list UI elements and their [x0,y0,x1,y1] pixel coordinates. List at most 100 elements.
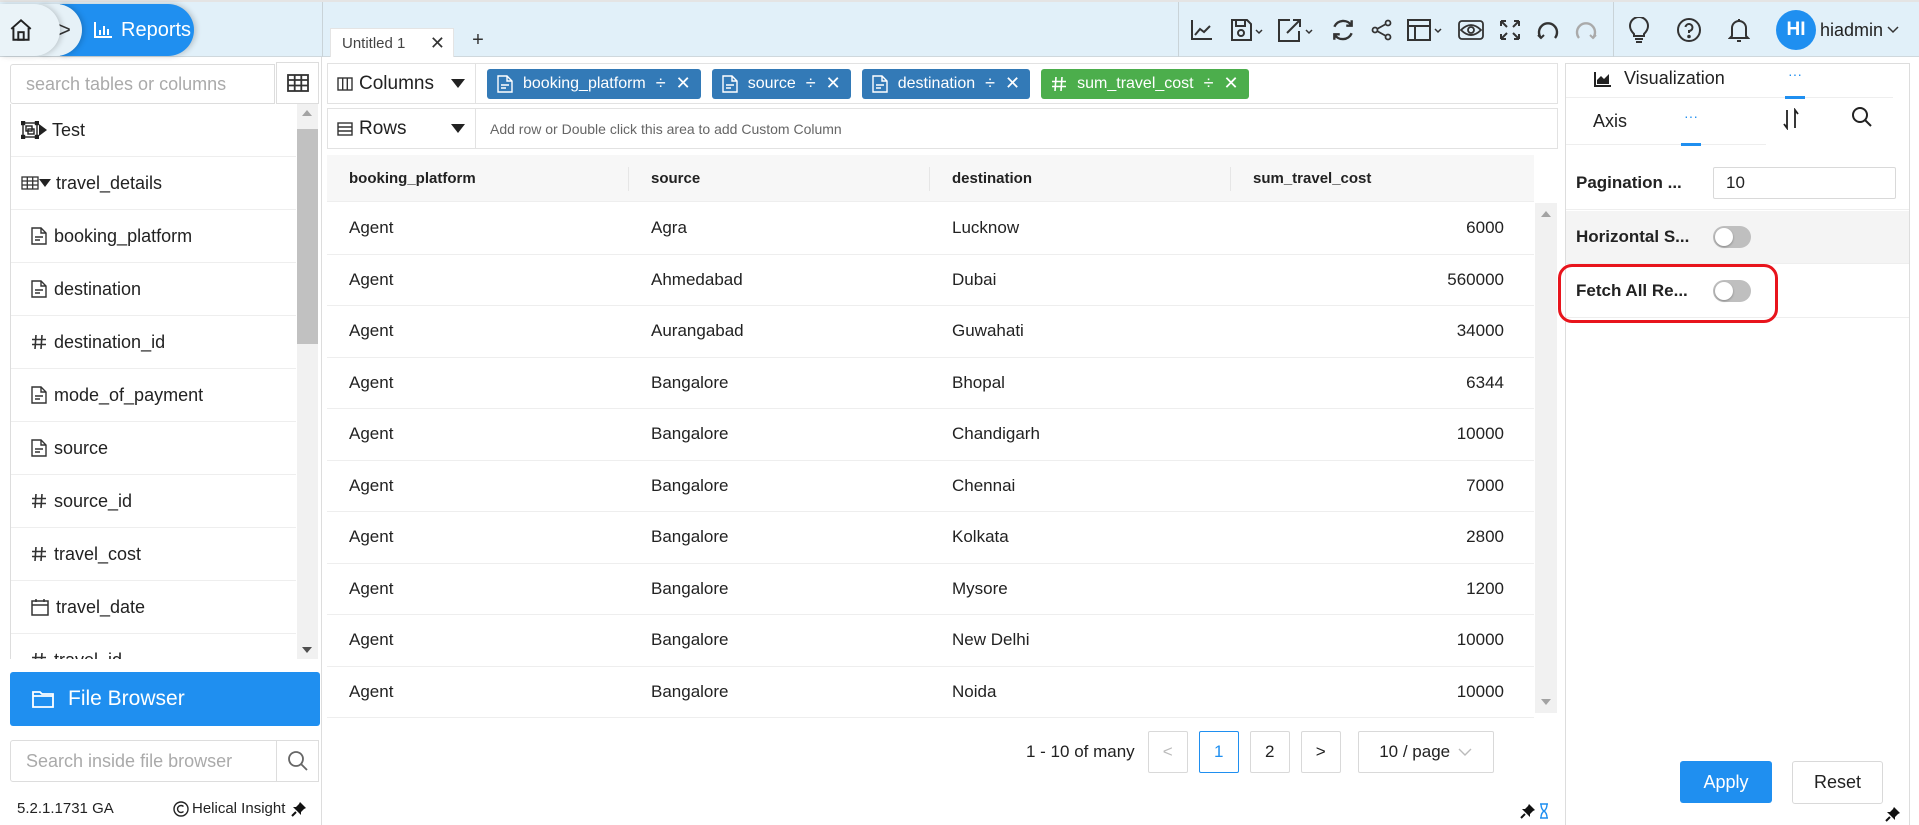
caret-down-icon[interactable] [39,179,51,187]
caret-down-icon[interactable] [451,79,465,88]
fetch-all-records-toggle[interactable] [1713,280,1751,302]
sidebar: search tables or columns Test travel_deta… [0,57,322,825]
columns-shelf[interactable]: Columns booking_platform ÷ ✕ source ÷ ✕ destin… [327,63,1558,104]
sort-icon[interactable] [1782,108,1800,130]
pill-label: booking_platform [523,74,646,92]
column-header[interactable]: source [629,155,930,202]
remove-pill-icon[interactable]: ✕ [1224,73,1239,94]
pin-icon[interactable] [291,801,307,817]
file-browser-search-input[interactable]: Search inside file browser [10,740,277,782]
tree-item-Test[interactable]: Test [11,104,296,157]
redo-icon[interactable] [1567,2,1605,57]
file-browser-search-button[interactable] [276,740,319,782]
tab-visualization-label: Visualization [1624,68,1725,88]
search-icon[interactable] [1851,106,1873,128]
lightbulb-icon[interactable] [1614,2,1664,57]
search-tables-input[interactable]: search tables or columns [10,64,275,104]
tab-axis[interactable]: Axis [1593,111,1627,132]
line-chart-icon[interactable] [1179,2,1225,57]
column-pill-booking-platform[interactable]: booking_platform ÷ ✕ [487,68,701,99]
metadata-tree: Test travel_details booking_platform destin… [10,104,296,659]
bell-icon[interactable] [1714,2,1764,57]
page-1-button[interactable]: 1 [1198,730,1239,773]
tab-untitled-1[interactable]: Untitled 1 ✕ [330,28,454,57]
file-browser-button[interactable]: File Browser [10,672,320,726]
rows-shelf[interactable]: Rows Add row or Double click this area t… [327,108,1558,149]
table-cell-booking-platform: Agent [349,269,394,289]
tree-item-source-id[interactable]: source_id [11,475,296,528]
table-cell-sum-travel-cost: 2800 [1466,527,1504,547]
prev-page-button[interactable]: < [1147,730,1188,773]
tree-item-travel-id[interactable]: travel_id [11,634,296,659]
column-pill-source[interactable]: source ÷ ✕ [711,68,851,99]
scrollbar-thumb[interactable] [297,129,318,344]
remove-pill-icon[interactable]: ✕ [676,73,691,94]
tree-item-travel-details[interactable]: travel_details [11,157,296,210]
tree-item-travel-date[interactable]: travel_date [11,581,296,634]
tab-more-options[interactable]: ··· [1785,64,1805,99]
breadcrumb-home[interactable] [0,4,60,56]
tree-item-booking-platform[interactable]: booking_platform [11,210,296,263]
tree-item-mode-of-payment[interactable]: mode_of_payment [11,369,296,422]
username: hiadmin [1820,19,1884,40]
horizontal-scroll-toggle[interactable] [1713,226,1751,248]
tab-visualization[interactable]: Visualization [1594,68,1725,89]
scroll-up-icon[interactable] [302,110,312,116]
refresh-icon[interactable] [1323,2,1363,57]
pagination-size-input[interactable]: 10 [1713,167,1896,199]
tree-item-destination-id[interactable]: destination_id [11,316,296,369]
sort-order-icon[interactable]: ÷ [985,73,995,94]
copyright: Helical Insight [173,800,307,817]
columns-shelf-label[interactable]: Columns [328,64,476,103]
fullscreen-icon[interactable] [1491,2,1529,57]
sort-order-icon[interactable]: ÷ [806,73,816,94]
tree-item-destination[interactable]: destination [11,263,296,316]
rows-shelf-label[interactable]: Rows [328,109,476,148]
remove-pill-icon[interactable]: ✕ [826,73,841,94]
user-menu[interactable]: HI hiadmin [1776,10,1899,50]
apply-button[interactable]: Apply [1680,761,1772,803]
table-cell-destination: New Delhi [952,630,1030,650]
table-cell-source: Bangalore [651,372,729,392]
column-pill-sum-travel-cost[interactable]: sum_travel_cost ÷ ✕ [1041,68,1249,99]
table-cell-source: Bangalore [651,630,729,650]
pin-icon[interactable] [1885,806,1901,822]
add-tab-button[interactable]: + [466,26,490,54]
column-pill-destination[interactable]: destination ÷ ✕ [861,68,1031,99]
close-tab-icon[interactable]: ✕ [430,33,445,54]
next-page-button[interactable]: > [1300,730,1341,773]
column-header[interactable]: sum_travel_cost [1231,155,1534,202]
preview-eye-icon[interactable] [1451,2,1491,57]
undo-icon[interactable] [1529,2,1567,57]
scroll-down-icon[interactable] [1541,699,1551,705]
table-cell-sum-travel-cost: 6000 [1466,218,1504,238]
page-2-button[interactable]: 2 [1249,730,1290,773]
page-size-select[interactable]: 10 / page [1357,730,1494,773]
sort-order-icon[interactable]: ÷ [1204,73,1214,94]
scroll-up-icon[interactable] [1541,211,1551,217]
caret-right-icon[interactable] [39,124,47,136]
caret-down-icon[interactable] [451,124,465,133]
scroll-down-icon[interactable] [302,647,312,653]
sort-order-icon[interactable]: ÷ [656,73,666,94]
export-icon[interactable] [1271,2,1323,57]
version-label: 5.2.1.1731 GA [17,800,114,817]
reset-button[interactable]: Reset [1792,761,1883,804]
tree-scrollbar[interactable] [297,104,318,659]
save-icon[interactable] [1225,2,1271,57]
table-view-button[interactable] [276,62,319,104]
share-icon[interactable] [1363,2,1401,57]
number-field-icon [31,492,47,510]
tree-item-travel-cost[interactable]: travel_cost [11,528,296,581]
remove-pill-icon[interactable]: ✕ [1005,73,1020,94]
subtab-more-options[interactable]: ··· [1681,99,1701,146]
tree-item-source[interactable]: source [11,422,296,475]
layout-icon[interactable] [1401,2,1451,57]
help-icon[interactable] [1664,2,1714,57]
property-fetch-all-records: Fetch All Re... [1566,265,1909,318]
column-header[interactable]: booking_platform [327,155,629,202]
grid-icon [286,74,309,92]
column-header[interactable]: destination [930,155,1231,202]
table-scrollbar[interactable] [1535,203,1557,713]
pin-icon[interactable] [1520,803,1536,819]
